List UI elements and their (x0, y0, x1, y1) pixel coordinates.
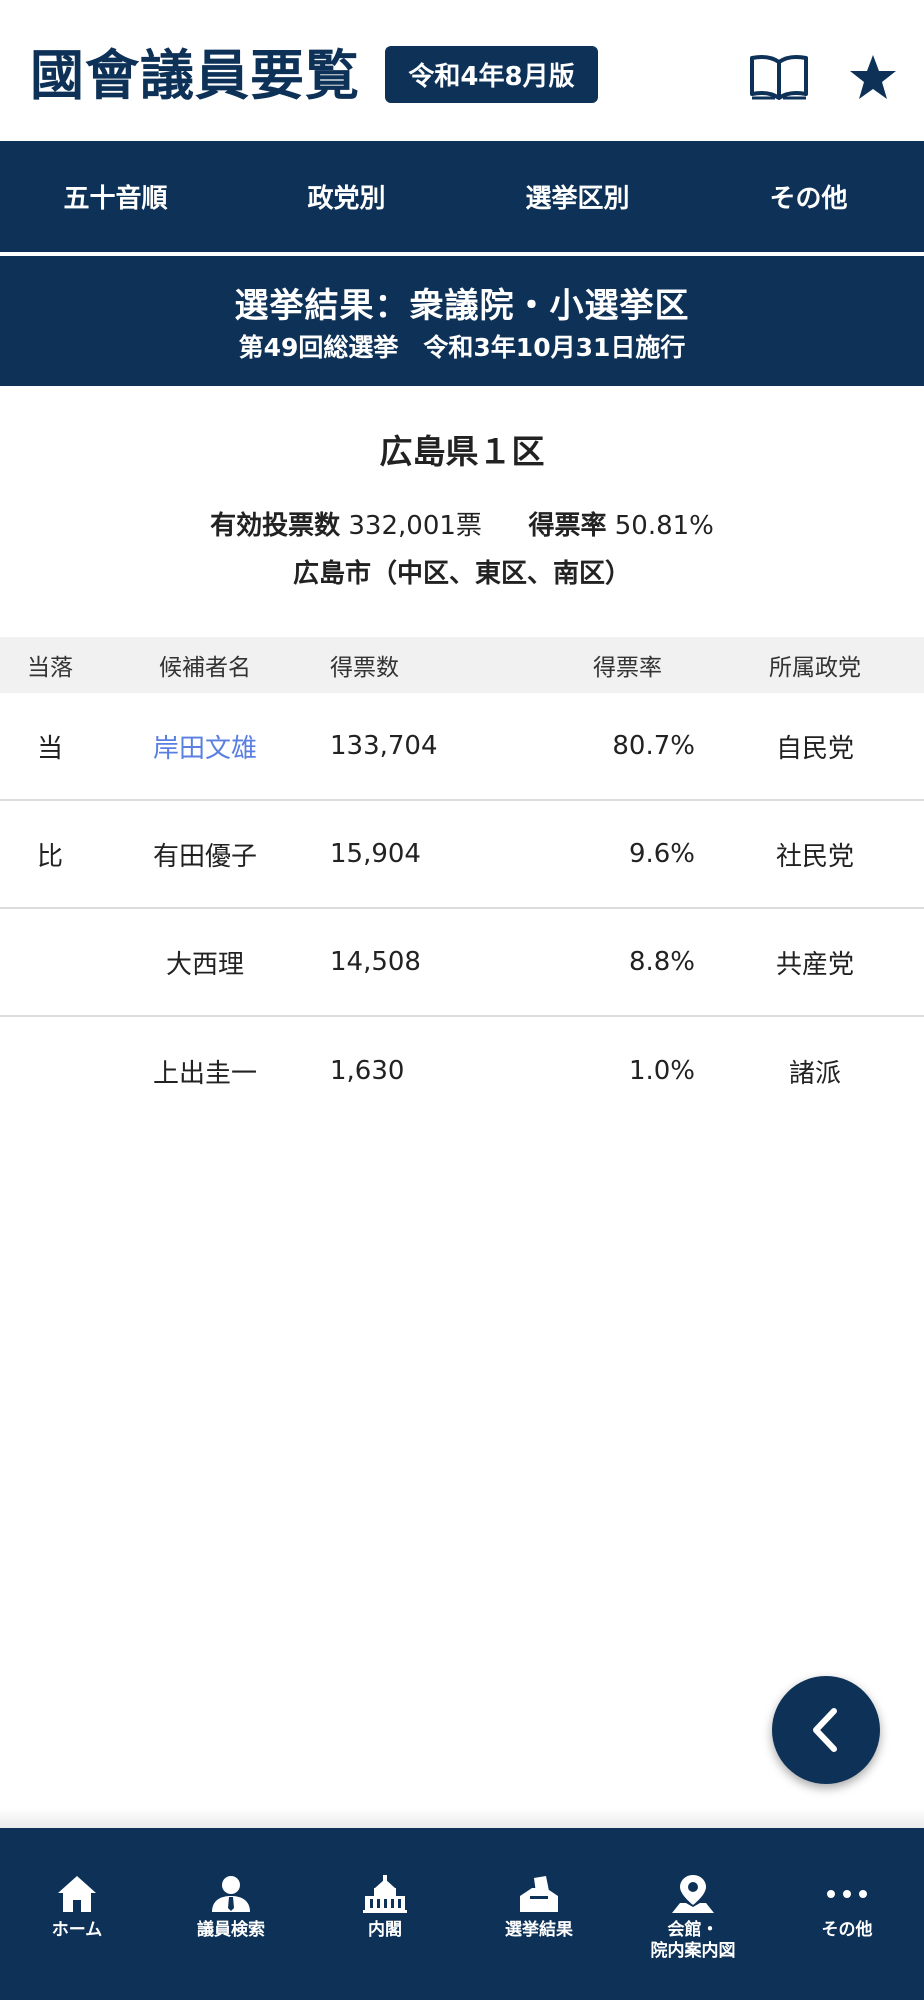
rate-cell: 8.8% (628, 947, 695, 977)
divider (0, 1808, 924, 1828)
section-banner: 選挙結果：衆議院・小選挙区 第49回総選挙 令和3年10月31日施行 (0, 256, 924, 386)
header-name: 候補者名 (159, 655, 251, 681)
tab-by-district[interactable]: 選挙区別 (462, 141, 693, 252)
rate-cell: 9.6% (628, 839, 695, 869)
party-cell: 社民党 (775, 841, 854, 872)
result-cell: 比 (36, 841, 63, 872)
bottom-nav-label: 内閣 (368, 1920, 402, 1940)
home-icon (53, 1873, 101, 1915)
candidate-name-cell: 岸田文雄 (130, 693, 280, 799)
candidate-name-cell: 大西理 (165, 949, 244, 980)
edition-badge: 令和4年8月版 (385, 46, 598, 103)
candidate-name-cell: 有田優子 (152, 841, 257, 872)
result-cell: 当 (36, 733, 63, 764)
header-party: 所属政党 (769, 655, 861, 681)
table-row: 大西理 14,508 8.8% 共産党 (0, 909, 924, 1017)
table-row: 当 岸田文雄 133,704 80.7% 自民党 (0, 693, 924, 801)
tab-by-party[interactable]: 政党別 (231, 141, 462, 252)
results-table: 当落 候補者名 得票数 得票率 所属政党 当 岸田文雄 133,704 80.7… (0, 637, 924, 1125)
bottom-nav-label: ホーム (51, 1920, 103, 1940)
result-cell (20, 909, 80, 1015)
back-button[interactable] (772, 1676, 880, 1784)
bottom-nav-label: その他 (821, 1920, 873, 1940)
candidate-link[interactable]: 岸田文雄 (153, 728, 257, 765)
banner-subtitle: 第49回総選挙 令和3年10月31日施行 (238, 333, 686, 362)
party-cell: 諸派 (788, 1058, 841, 1089)
bottom-nav-label: 会館・ 院内案内図 (650, 1920, 736, 1961)
chevron-left-icon (813, 1708, 837, 1752)
valid-votes-label: 有効投票数 (210, 511, 341, 541)
bottom-nav-other[interactable]: その他 (770, 1828, 924, 2000)
votes-cell: 133,704 (330, 731, 438, 761)
rate-cell: 1.0% (628, 1056, 695, 1086)
party-cell: 共産党 (775, 949, 854, 980)
header-rate: 得票率 (593, 655, 662, 681)
vote-stats: 有効投票数 332,001票 得票率 50.81% (0, 505, 924, 542)
tab-other[interactable]: その他 (693, 141, 924, 252)
votes-cell: 1,630 (330, 1056, 405, 1086)
table-row: 比 有田優子 15,904 9.6% 社民党 (0, 801, 924, 909)
valid-votes-value: 332,001票 (348, 511, 482, 541)
result-cell (20, 1017, 80, 1125)
table-header: 当落 候補者名 得票数 得票率 所属政党 (0, 637, 924, 693)
turnout-value: 50.81% (614, 511, 714, 541)
nav-tabs: 五十音順 政党別 選挙区別 その他 (0, 141, 924, 252)
star-icon[interactable] (838, 42, 908, 112)
banner-title: 選挙結果：衆議院・小選挙区 (234, 286, 690, 326)
tab-kana-order[interactable]: 五十音順 (0, 141, 231, 252)
bottom-nav-map[interactable]: 会館・ 院内案内図 (616, 1828, 770, 2000)
bottom-nav-cabinet[interactable]: 内閣 (308, 1828, 462, 2000)
rate-cell: 80.7% (612, 731, 695, 761)
more-dots-icon (823, 1873, 871, 1915)
app-title: 國會議員要覧 (30, 44, 360, 107)
ballot-box-icon (515, 1873, 563, 1915)
header-votes: 得票数 (330, 655, 399, 681)
header-result: 当落 (27, 655, 73, 681)
bottom-nav-election-results[interactable]: 選挙結果 (462, 1828, 616, 2000)
bottom-nav-label: 選挙結果 (505, 1920, 573, 1940)
table-row: 上出圭一 1,630 1.0% 諸派 (0, 1017, 924, 1125)
person-search-icon (207, 1873, 255, 1915)
book-open-icon[interactable] (744, 42, 814, 112)
candidate-name-cell: 上出圭一 (152, 1058, 257, 1089)
party-cell: 自民党 (775, 733, 854, 764)
district-title: 広島県１区 (379, 432, 545, 471)
bottom-nav: ホーム 議員検索 内閣 選挙結果 会館・ 院内案内図 その他 (0, 1828, 924, 2000)
turnout-label: 得票率 (528, 511, 607, 541)
votes-cell: 14,508 (330, 947, 421, 977)
map-pin-icon (669, 1873, 717, 1915)
votes-cell: 15,904 (330, 839, 421, 869)
bottom-nav-label: 議員検索 (197, 1920, 265, 1940)
district-area: 広島市（中区、東区、南区） (292, 559, 631, 589)
diet-building-icon (361, 1873, 409, 1915)
bottom-nav-member-search[interactable]: 議員検索 (154, 1828, 308, 2000)
bottom-nav-home[interactable]: ホーム (0, 1828, 154, 2000)
app-header: 國會議員要覧 令和4年8月版 (0, 0, 924, 141)
